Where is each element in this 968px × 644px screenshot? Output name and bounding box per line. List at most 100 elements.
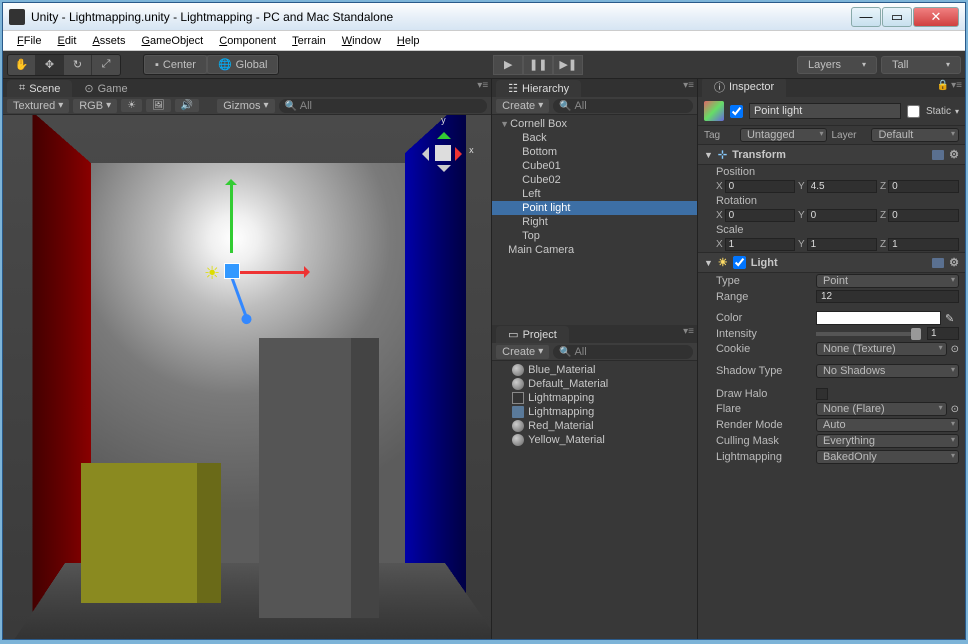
lock-icon[interactable]: 🔒 [937,80,949,91]
hierarchy-item[interactable]: Cube01 [492,159,697,173]
light-enabled-checkbox[interactable] [733,256,746,269]
active-checkbox[interactable] [730,105,743,118]
hierarchy-search-input[interactable]: 🔍 All [553,99,693,113]
tab-game[interactable]: ⊙Game [72,80,139,97]
light-type-dropdown[interactable]: Point [816,274,959,288]
menu-component[interactable]: Component [213,33,282,49]
titlebar[interactable]: Unity - Lightmapping.unity - Lightmappin… [3,3,965,31]
menu-file[interactable]: FFileFile [11,33,47,49]
tab-scene[interactable]: ⌗Scene [7,80,72,97]
scale-tool-button[interactable]: ⤢ [92,55,120,75]
render-mode-dropdown[interactable]: Auto [816,418,959,432]
panel-menu-icon[interactable]: ▾≡ [951,80,962,91]
menu-edit[interactable]: Edit [51,33,82,49]
layers-dropdown[interactable]: Layers▾ [797,56,877,74]
gear-icon[interactable] [949,148,959,161]
panel-menu-icon[interactable]: ▾≡ [683,80,694,91]
object-name-field[interactable] [749,103,901,119]
menu-window[interactable]: Window [336,33,387,49]
project-item[interactable]: Lightmapping [492,391,697,405]
help-icon[interactable] [932,150,944,160]
object-picker-icon[interactable]: ⊙ [951,404,959,415]
rotate-tool-button[interactable]: ↻ [64,55,92,75]
hierarchy-item[interactable]: Left [492,187,697,201]
space-toggle[interactable]: 🌐 Global [207,55,279,74]
tab-inspector[interactable]: ⓘInspector [702,79,786,97]
position-y-field[interactable] [807,180,877,193]
hierarchy-item[interactable]: Main Camera [492,243,697,257]
render-mode-dropdown[interactable]: RGB ▾ [73,99,117,113]
rotation-y-field[interactable] [807,209,877,222]
hierarchy-item[interactable]: Point light [492,201,697,215]
cookie-field[interactable]: None (Texture) [816,342,947,356]
project-item[interactable]: Default_Material [492,377,697,391]
static-checkbox[interactable] [907,105,920,118]
project-item[interactable]: Red_Material [492,419,697,433]
flare-field[interactable]: None (Flare) [816,402,947,416]
gizmo-center[interactable] [224,263,240,279]
object-picker-icon[interactable]: ⊙ [951,344,959,355]
project-item[interactable]: Lightmapping [492,405,697,419]
color-field[interactable] [816,311,941,325]
hierarchy-item[interactable]: Cube02 [492,173,697,187]
menu-terrain[interactable]: Terrain [286,33,332,49]
move-tool-button[interactable]: ✥ [36,55,64,75]
position-x-field[interactable] [725,180,795,193]
menu-help[interactable]: Help [391,33,426,49]
static-dropdown-icon[interactable]: ▾ [955,107,959,116]
eyedropper-icon[interactable]: ✎ [945,312,959,325]
panel-menu-icon[interactable]: ▾≡ [683,326,694,337]
hand-tool-button[interactable]: ✋ [8,55,36,75]
play-button[interactable]: ▶ [493,55,523,75]
hierarchy-create-dropdown[interactable]: Create ▾ [496,99,549,113]
hierarchy-item[interactable]: Bottom [492,145,697,159]
tab-hierarchy[interactable]: ☷Hierarchy [496,80,581,97]
shadow-dropdown[interactable]: No Shadows [816,364,959,378]
hierarchy-item[interactable]: Right [492,215,697,229]
hierarchy-item[interactable]: Back [492,131,697,145]
hierarchy-item[interactable]: Top [492,229,697,243]
gizmos-dropdown[interactable]: Gizmos ▾ [217,99,274,113]
help-icon[interactable] [932,258,944,268]
audio-toggle[interactable]: 🔊 [175,99,199,112]
menu-gameobject[interactable]: GameObject [135,33,209,49]
fx-toggle[interactable]: 🖼 [146,99,171,112]
panel-menu-icon[interactable]: ▾≡ [477,80,488,91]
intensity-field[interactable] [927,327,959,340]
gizmo-x-axis[interactable] [234,271,306,274]
transform-component-header[interactable]: ▼⊹ Transform [698,144,965,165]
position-z-field[interactable] [888,180,959,193]
close-button[interactable]: ✕ [913,7,959,27]
scale-z-field[interactable] [888,238,959,251]
tag-dropdown[interactable]: Untagged [740,128,828,142]
light-component-header[interactable]: ▼☀ Light [698,252,965,273]
scene-search-input[interactable]: 🔍 All [279,99,488,113]
layout-dropdown[interactable]: Tall▾ [881,56,961,74]
layer-dropdown[interactable]: Default [871,128,959,142]
draw-halo-checkbox[interactable] [816,388,828,400]
gizmo-y-axis[interactable] [230,183,233,253]
menu-assets[interactable]: Assets [86,33,131,49]
culling-mask-dropdown[interactable]: Everything [816,434,959,448]
intensity-slider[interactable] [816,332,921,336]
project-create-dropdown[interactable]: Create ▾ [496,345,549,359]
maximize-button[interactable]: ▭ [882,7,912,27]
orientation-gizmo[interactable]: x y [413,123,473,183]
project-item[interactable]: Blue_Material [492,363,697,377]
hierarchy-item-root[interactable]: ▼Cornell Box [492,117,697,131]
rotation-z-field[interactable] [888,209,959,222]
range-field[interactable] [816,290,959,303]
scale-x-field[interactable] [725,238,795,251]
pivot-toggle[interactable]: ▪ Center [144,55,207,74]
project-item[interactable]: Yellow_Material [492,433,697,447]
scene-viewport[interactable]: x y [3,115,491,639]
shading-mode-dropdown[interactable]: Textured ▾ [7,99,69,113]
rotation-x-field[interactable] [725,209,795,222]
pause-button[interactable]: ❚❚ [523,55,553,75]
lightmapping-dropdown[interactable]: BakedOnly [816,450,959,464]
project-search-input[interactable]: 🔍 All [553,345,693,359]
gear-icon[interactable] [949,256,959,269]
step-button[interactable]: ▶❚ [553,55,583,75]
lighting-toggle[interactable]: ☀ [121,99,142,112]
tab-project[interactable]: ▭Project [496,326,569,343]
